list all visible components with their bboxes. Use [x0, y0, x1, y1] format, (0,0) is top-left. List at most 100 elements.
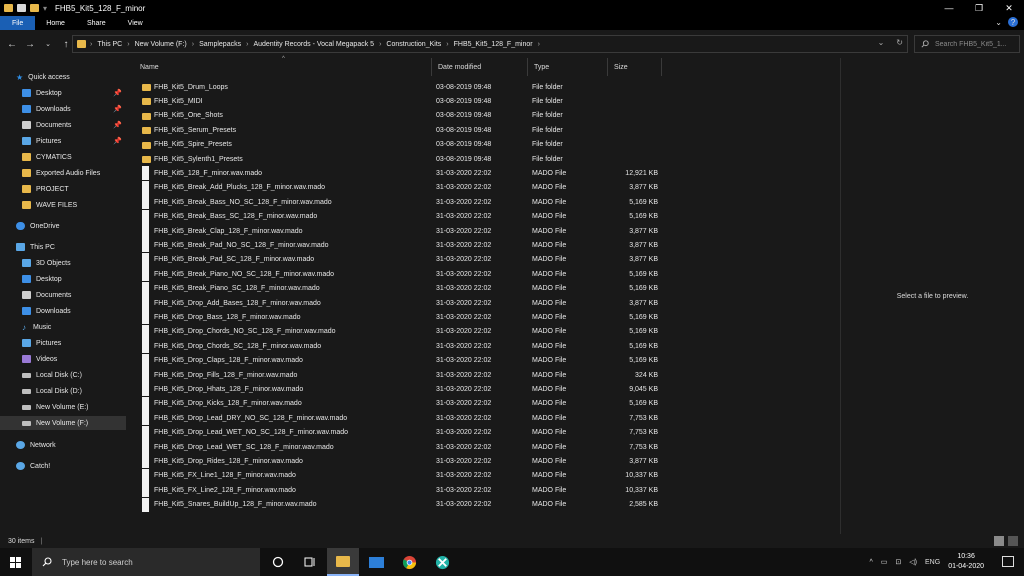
breadcrumb-separator[interactable]: › [192, 41, 194, 48]
help-icon[interactable]: ? [1008, 17, 1018, 27]
nav-item-local-disk-c[interactable]: Local Disk (C:) [0, 368, 126, 382]
nav-item-3d-objects[interactable]: 3D Objects [0, 256, 126, 270]
file-row[interactable]: FHB_Kit5_Drop_Lead_WET_SC_128_F_minor.wa… [138, 440, 668, 454]
breadcrumb-separator[interactable]: › [246, 41, 248, 48]
language-indicator[interactable]: ENG [925, 559, 940, 566]
file-row[interactable]: FHB_Kit5_Drop_Kicks_128_F_minor.wav.mado… [138, 396, 668, 411]
file-row[interactable]: FHB_Kit5_Break_Piano_NO_SC_128_F_minor.w… [138, 267, 668, 282]
folder-row[interactable]: FHB_Kit5_Spire_Presets 03-08-2019 09:48 Fi… [138, 138, 668, 152]
search-box[interactable]: Search FHB5_Kit5_1... [914, 35, 1020, 53]
nav-item-music[interactable]: ♪ Music [0, 320, 126, 334]
breadcrumb-samplepacks[interactable]: Samplepacks [199, 41, 241, 48]
taskbar-search[interactable]: Type here to search [32, 548, 260, 576]
nav-item-catch[interactable]: Catch! [0, 459, 126, 473]
nav-item-downloads-pc[interactable]: Downloads [0, 304, 126, 318]
up-button[interactable]: ↑ [60, 39, 72, 50]
back-button[interactable]: ← [6, 39, 18, 50]
large-icons-view-icon[interactable] [1008, 536, 1018, 546]
file-row[interactable]: FHB_Kit5_Break_Bass_SC_128_F_minor.wav.m… [138, 209, 668, 224]
file-row[interactable]: FHB_Kit5_128_F_minor.wav.mado 31-03-2020 … [138, 166, 668, 181]
file-row[interactable]: FHB_Kit5_Break_Piano_SC_128_F_minor.wav.… [138, 281, 668, 296]
address-dropdown-icon[interactable]: ⌄ [878, 38, 885, 47]
file-row[interactable]: FHB_Kit5_Break_Clap_128_F_minor.wav.mado… [138, 224, 668, 238]
nav-item-videos[interactable]: Videos [0, 352, 126, 366]
properties-icon[interactable] [17, 4, 26, 12]
clock[interactable]: 10:36 01-04-2020 [948, 552, 984, 572]
column-header-size[interactable]: Size [608, 58, 662, 76]
file-row[interactable]: FHB_Kit5_Drop_Rides_128_F_minor.wav.mado… [138, 454, 668, 469]
folder-row[interactable]: FHB_Kit5_Serum_Presets 03-08-2019 09:48 Fi… [138, 123, 668, 137]
taskbar-file-explorer[interactable] [327, 548, 359, 576]
nav-item-documents-pc[interactable]: Documents [0, 288, 126, 302]
network-status-icon[interactable]: ⊡ [895, 558, 901, 566]
file-row[interactable]: FHB_Kit5_Drop_Lead_WET_NO_SC_128_F_minor… [138, 425, 668, 440]
nav-item-network[interactable]: Network [0, 438, 126, 452]
nav-item-local-disk-d[interactable]: Local Disk (D:) [0, 384, 126, 398]
taskbar-app[interactable] [426, 548, 458, 576]
show-hidden-icons-icon[interactable]: ^ [870, 559, 873, 566]
expand-ribbon-icon[interactable]: ⌄ [995, 18, 1002, 27]
recent-locations-button[interactable]: ⌄ [42, 40, 54, 48]
nav-item-new-volume-e[interactable]: New Volume (E:) [0, 400, 126, 414]
folder-row[interactable]: FHB_Kit5_One_Shots 03-08-2019 09:48 File f… [138, 109, 668, 123]
breadcrumb-separator[interactable]: › [379, 41, 381, 48]
file-row[interactable]: FHB_Kit5_Drop_Chords_SC_128_F_minor.wav.… [138, 339, 668, 354]
nav-item-project[interactable]: PROJECT [0, 182, 126, 196]
nav-item-desktop-pc[interactable]: Desktop [0, 272, 126, 286]
details-view-icon[interactable] [994, 536, 1004, 546]
customize-toolbar-icon[interactable]: ▾ [43, 4, 47, 13]
breadcrumb-construction-kits[interactable]: Construction_Kits [386, 41, 441, 48]
refresh-icon[interactable]: ↻ [896, 38, 903, 47]
cortana-button[interactable] [262, 548, 294, 576]
nav-item-quick-access[interactable]: ★ Quick access [0, 70, 126, 84]
nav-item-pictures-pc[interactable]: Pictures [0, 336, 126, 350]
nav-item-pictures[interactable]: Pictures 📌 [0, 134, 126, 148]
breadcrumb-separator[interactable]: › [538, 41, 540, 48]
folder-row[interactable]: FHB_Kit5_Sylenth1_Presets 03-08-2019 09:4… [138, 152, 668, 166]
file-row[interactable]: FHB_Kit5_Break_Add_Plucks_128_F_minor.wa… [138, 180, 668, 195]
file-row[interactable]: FHB_Kit5_Drop_Add_Bases_128_F_minor.wav.… [138, 296, 668, 310]
file-row[interactable]: FHB_Kit5_Drop_Fills_128_F_minor.wav.mado… [138, 368, 668, 382]
column-header-type[interactable]: Type [528, 58, 608, 76]
breadcrumb-new-volume-f[interactable]: New Volume (F:) [135, 41, 187, 48]
file-row[interactable]: FHB_Kit5_Snares_BuildUp_128_F_minor.wav.… [138, 497, 668, 512]
tab-view[interactable]: View [117, 16, 154, 30]
breadcrumb-this-pc[interactable]: This PC [97, 41, 122, 48]
breadcrumb-separator[interactable]: › [446, 41, 448, 48]
taskbar-mail[interactable] [360, 548, 392, 576]
tab-home[interactable]: Home [35, 16, 76, 30]
file-row[interactable]: FHB_Kit5_Drop_Chords_NO_SC_128_F_minor.w… [138, 324, 668, 339]
tab-file[interactable]: File [0, 16, 36, 30]
folder-row[interactable]: FHB_Kit5_Drum_Loops 03-08-2019 09:48 File … [138, 80, 668, 94]
breadcrumb-separator[interactable]: › [127, 41, 129, 48]
column-header-name[interactable]: Name [134, 58, 432, 76]
file-row[interactable]: FHB_Kit5_FX_Line2_128_F_minor.wav.mado 31… [138, 483, 668, 498]
nav-item-wave-files[interactable]: WAVE FILES [0, 198, 126, 212]
nav-item-desktop[interactable]: Desktop 📌 [0, 86, 126, 100]
column-header-date[interactable]: Date modified [432, 58, 528, 76]
breadcrumb-audentity-records[interactable]: Audentity Records - Vocal Megapack 5 [253, 41, 374, 48]
close-button[interactable]: ✕ [994, 0, 1024, 16]
file-row[interactable]: FHB_Kit5_Break_Bass_NO_SC_128_F_minor.wa… [138, 195, 668, 210]
nav-item-downloads[interactable]: Downloads 📌 [0, 102, 126, 116]
file-row[interactable]: FHB_Kit5_Drop_Claps_128_F_minor.wav.mado… [138, 353, 668, 368]
file-row[interactable]: FHB_Kit5_FX_Line1_128_F_minor.wav.mado 31… [138, 468, 668, 483]
breadcrumb-current-folder[interactable]: FHB5_Kit5_128_F_minor [454, 41, 533, 48]
taskbar-search-input[interactable]: Type here to search [62, 558, 133, 567]
maximize-button[interactable]: ❐ [964, 0, 994, 16]
forward-button[interactable]: → [24, 39, 36, 50]
action-center-icon[interactable] [1002, 556, 1014, 567]
nav-item-cymatics[interactable]: CYMATICS [0, 150, 126, 164]
file-row[interactable]: FHB_Kit5_Drop_Hhats_128_F_minor.wav.mado… [138, 382, 668, 397]
start-button[interactable] [0, 548, 30, 576]
file-row[interactable]: FHB_Kit5_Break_Pad_NO_SC_128_F_minor.wav… [138, 238, 668, 253]
search-input[interactable]: Search FHB5_Kit5_1... [935, 41, 1007, 48]
new-folder-icon[interactable] [30, 4, 39, 12]
file-row[interactable]: FHB_Kit5_Break_Pad_SC_128_F_minor.wav.ma… [138, 252, 668, 267]
file-row[interactable]: FHB_Kit5_Drop_Lead_DRY_NO_SC_128_F_minor… [138, 411, 668, 426]
address-bar[interactable]: › This PC › New Volume (F:) › Samplepack… [72, 35, 908, 53]
volume-icon[interactable]: ◁) [909, 558, 917, 566]
nav-item-documents[interactable]: Documents 📌 [0, 118, 126, 132]
tab-share[interactable]: Share [76, 16, 117, 30]
minimize-button[interactable]: — [934, 0, 964, 16]
